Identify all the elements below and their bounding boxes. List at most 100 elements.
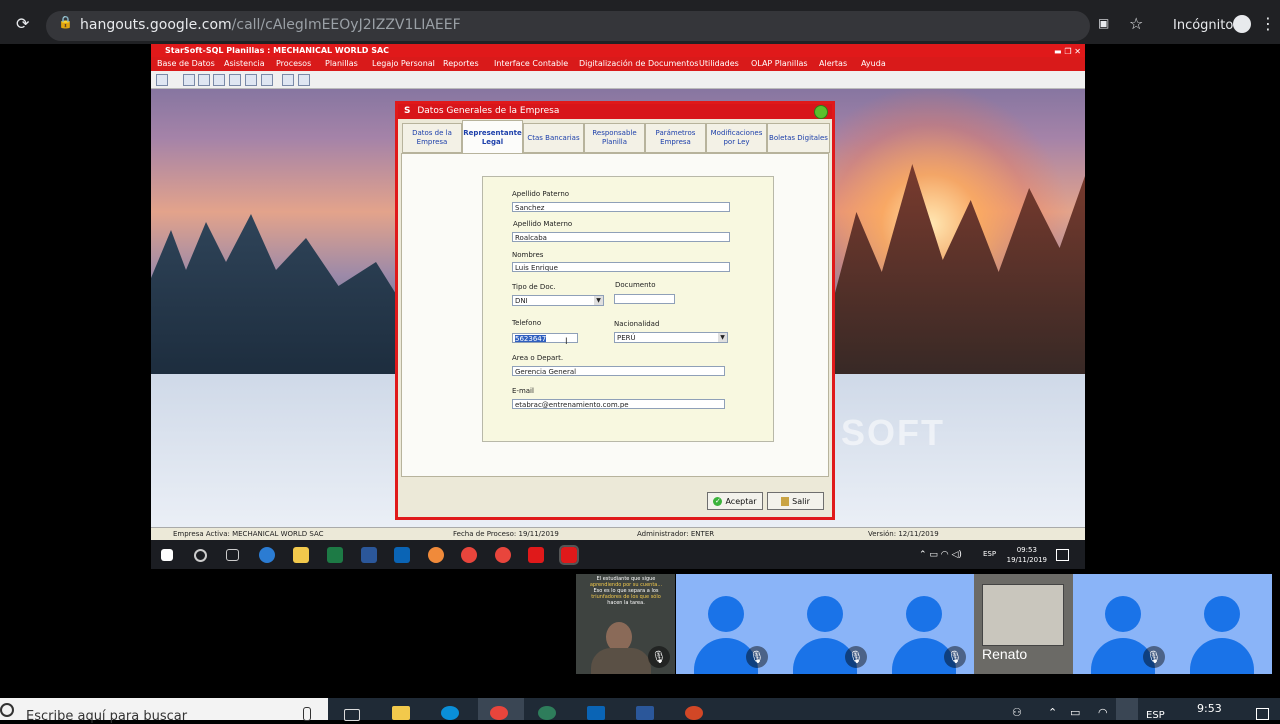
toolbar-icon[interactable]: [298, 74, 310, 86]
menu-legajo[interactable]: Legajo Personal: [372, 59, 435, 68]
chrome-icon[interactable]: [495, 547, 511, 563]
toolbar-icon[interactable]: [282, 74, 294, 86]
menu-asistencia[interactable]: Asistencia: [224, 59, 265, 68]
excel-icon[interactable]: [327, 547, 343, 563]
remote-clock[interactable]: 09:53 19/11/2019: [1007, 545, 1047, 565]
apellido-paterno-field[interactable]: Sanchez: [512, 202, 730, 212]
label-nombres: Nombres: [512, 251, 544, 259]
telefono-field[interactable]: 5623647: [512, 333, 578, 343]
starsoft-icon[interactable]: [528, 547, 544, 563]
toolbar-icon[interactable]: [156, 74, 168, 86]
reload-icon[interactable]: ⟳: [16, 14, 29, 33]
starsoft-icon[interactable]: [559, 545, 579, 565]
app-icon[interactable]: [428, 547, 444, 563]
tipo-doc-value: DNI: [515, 297, 528, 305]
quote-line: hacen la tarea.: [607, 600, 645, 606]
participant-tile-renato[interactable]: Renato: [974, 574, 1073, 674]
toolbar-icon[interactable]: [198, 74, 210, 86]
chevron-down-icon[interactable]: ▼: [594, 296, 603, 305]
tab-ctas-bancarias[interactable]: Ctas Bancarias: [523, 123, 584, 153]
toolbar-icon[interactable]: [213, 74, 225, 86]
door-icon: [781, 496, 790, 506]
accept-button[interactable]: ✓ Aceptar: [707, 492, 763, 510]
exit-button[interactable]: Salir: [767, 492, 824, 510]
app-toolbar: [151, 71, 1085, 89]
star-icon[interactable]: ☆: [1129, 14, 1143, 33]
tab-parametros-empresa[interactable]: Parámetros Empresa: [645, 123, 706, 153]
outlook-icon[interactable]: [394, 547, 410, 563]
tray-lang[interactable]: ESP: [983, 550, 996, 558]
menu-icon[interactable]: ⋮: [1260, 14, 1276, 33]
battery-icon[interactable]: ▭: [1070, 706, 1080, 719]
tab-boletas-digitales[interactable]: Boletas Digitales: [767, 123, 830, 153]
taskbar-search-box[interactable]: Escribe aquí para buscar: [0, 698, 328, 724]
edge-icon[interactable]: [259, 547, 275, 563]
taskbar-clock[interactable]: 9:53: [1197, 702, 1222, 715]
menu-base-datos[interactable]: Base de Datos: [157, 59, 215, 68]
notifications-icon[interactable]: [1056, 549, 1069, 561]
apellido-materno-field[interactable]: Roalcaba: [512, 232, 730, 242]
word-icon[interactable]: [636, 706, 654, 720]
menu-utilidades[interactable]: Utilidades: [699, 59, 739, 68]
incognito-icon[interactable]: [1233, 15, 1251, 33]
avatar-head: [906, 596, 942, 632]
toolbar-icon[interactable]: [261, 74, 273, 86]
tab-datos-empresa[interactable]: Datos de la Empresa: [402, 123, 462, 153]
menu-olap[interactable]: OLAP Planillas: [751, 59, 808, 68]
area-field[interactable]: Gerencia General: [512, 366, 725, 376]
mic-muted-icon: 🎙: [845, 646, 867, 668]
chrome-icon[interactable]: [461, 547, 477, 563]
taskbar-lang[interactable]: ESP: [1146, 710, 1165, 721]
menu-alertas[interactable]: Alertas: [819, 59, 847, 68]
wifi-icon[interactable]: ◠: [1098, 706, 1108, 719]
powerpoint-icon[interactable]: [685, 706, 703, 720]
menu-planillas[interactable]: Planillas: [325, 59, 358, 68]
chrome-icon[interactable]: [490, 706, 508, 720]
outlook-icon[interactable]: [587, 706, 605, 720]
camera-blocked-icon[interactable]: ▣: [1098, 16, 1109, 30]
menu-interface-contable[interactable]: Interface Contable: [494, 59, 568, 68]
presenter-body: [591, 648, 651, 674]
folder-icon[interactable]: [293, 547, 309, 563]
task-view-icon[interactable]: [344, 709, 360, 721]
word-icon[interactable]: [361, 547, 377, 563]
participant-tile-video[interactable]: El estudiante que sigue aprendiendo por …: [576, 574, 675, 674]
url-text[interactable]: hangouts.google.com/call/cAlegImEEOyJ2IZ…: [80, 17, 461, 33]
menu-digitalizacion[interactable]: Digitalización de Documentos: [579, 59, 698, 68]
watermark-text: SOFT: [841, 412, 945, 453]
tray-expand-icon[interactable]: ⌃: [1048, 706, 1057, 719]
toolbar-icon[interactable]: [229, 74, 241, 86]
close-icon[interactable]: [814, 105, 828, 119]
label-apellido-materno: Apellido Materno: [513, 220, 573, 228]
tab-modificaciones-ley[interactable]: Modificaciones por Ley: [706, 123, 767, 153]
search-icon[interactable]: [194, 549, 207, 562]
tab-responsable-planilla[interactable]: Responsable Planilla: [584, 123, 645, 153]
menu-ayuda[interactable]: Ayuda: [861, 59, 886, 68]
tab-representante-legal[interactable]: Representante Legal: [462, 120, 523, 154]
folder-icon[interactable]: [392, 706, 410, 720]
nacionalidad-select[interactable]: PERÚ ▼: [614, 332, 728, 343]
toolbar-icon[interactable]: [245, 74, 257, 86]
windows-icon[interactable]: [161, 549, 173, 561]
people-icon[interactable]: ⚇: [1012, 706, 1022, 719]
documento-field[interactable]: [614, 294, 675, 304]
tray-icons[interactable]: ⌃ ▭ ◠ ◁): [919, 550, 962, 560]
participant-tile-group[interactable]: 🎙 🎙 🎙: [676, 574, 974, 674]
lock-icon[interactable]: 🔒: [58, 15, 73, 29]
representante-form: Apellido Paterno Sanchez Apellido Matern…: [482, 176, 774, 442]
participant-tile-group-2[interactable]: 🎙: [1073, 574, 1272, 674]
task-view-icon[interactable]: [226, 549, 239, 561]
label-telefono: Telefono: [512, 319, 542, 327]
email-field[interactable]: etabrac@entrenamiento.com.pe: [512, 399, 725, 409]
chevron-down-icon[interactable]: ▼: [718, 333, 727, 342]
menu-reportes[interactable]: Reportes: [443, 59, 479, 68]
globe-icon[interactable]: [538, 706, 556, 720]
menu-procesos[interactable]: Procesos: [276, 59, 311, 68]
volume-icon[interactable]: [1116, 698, 1138, 720]
teamviewer-icon[interactable]: [441, 706, 459, 720]
microphone-icon[interactable]: [303, 707, 311, 721]
toolbar-icon[interactable]: [183, 74, 195, 86]
nombres-field[interactable]: Luis Enrique: [512, 262, 730, 272]
tipo-doc-select[interactable]: DNI ▼: [512, 295, 604, 306]
notifications-icon[interactable]: [1256, 708, 1269, 720]
